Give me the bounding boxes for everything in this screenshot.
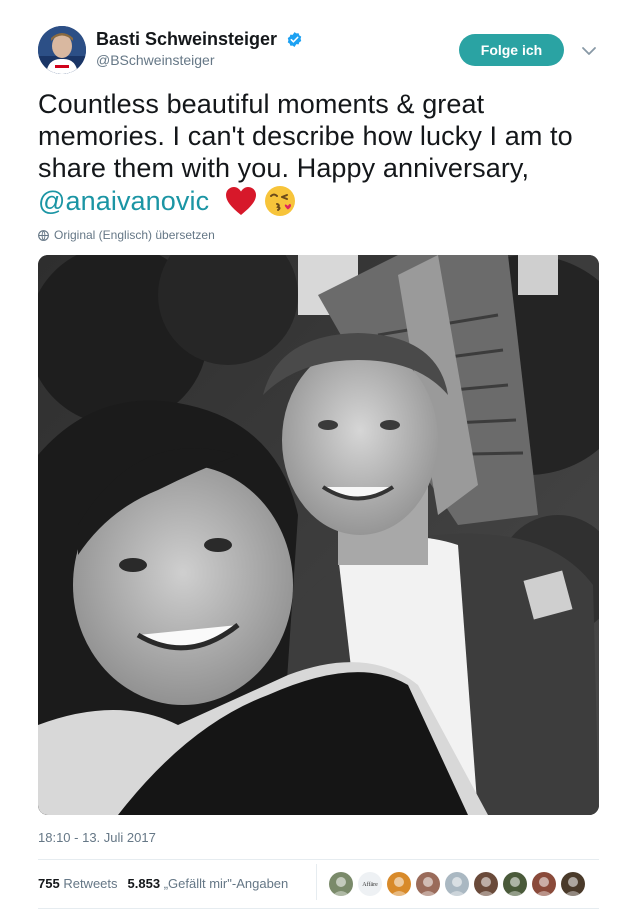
liker-avatar-7-image <box>506 877 524 896</box>
translate-label: Original (Englisch) übersetzen <box>54 228 215 242</box>
liker-avatars: Affäre <box>329 872 585 896</box>
liker-avatar-4-image <box>419 877 437 896</box>
tweet-photo-image <box>38 255 599 815</box>
liker-avatar-7-head <box>510 877 520 887</box>
liker-avatar-1-head <box>336 877 346 887</box>
liker-avatar-6-body <box>477 891 495 896</box>
mention-link[interactable]: @anaivanovic <box>38 186 209 216</box>
liker-avatar-8-image <box>535 877 553 896</box>
retweets-label: Retweets <box>63 876 118 891</box>
liker-avatar-9[interactable] <box>561 872 585 896</box>
tweet-timestamp[interactable]: 18:10 - 13. Juli 2017 <box>38 830 156 845</box>
stats-separator <box>316 864 317 900</box>
author-display-name[interactable]: Basti Schweinsteiger <box>96 29 277 49</box>
liker-avatar-4-head <box>423 877 433 887</box>
liker-avatar-6-head <box>481 877 491 887</box>
red-heart-icon <box>225 187 256 215</box>
author-handle[interactable]: @BSchweinsteiger <box>96 51 303 69</box>
divider-bottom <box>38 908 599 909</box>
liker-avatar-6[interactable] <box>474 872 498 896</box>
tweet-photo[interactable] <box>38 255 599 815</box>
tweet-text: Countless beautiful moments & great memo… <box>38 88 608 218</box>
author-name-row[interactable]: Basti Schweinsteiger <box>96 28 303 50</box>
liker-avatar-8-head <box>539 877 549 887</box>
face-blowing-kiss-icon <box>264 186 295 216</box>
liker-avatar-7-body <box>506 891 524 896</box>
liker-avatar-3-image <box>390 877 408 896</box>
liker-avatar-9-head <box>568 877 578 887</box>
verified-badge-icon <box>287 32 301 47</box>
liker-avatar-9-image <box>564 877 582 896</box>
liker-avatar-5-image <box>448 877 466 896</box>
author-avatar-image <box>38 26 86 74</box>
liker-avatar-6-image <box>477 877 495 896</box>
liker-avatar-2-text: Affäre <box>362 881 378 888</box>
liker-avatar-2[interactable]: Affäre <box>358 872 382 896</box>
liker-avatar-1-image <box>332 877 350 896</box>
author-info: Basti Schweinsteiger @BSchweinsteiger <box>96 28 303 69</box>
chevron-down-icon[interactable] <box>580 42 598 60</box>
emoji-group <box>225 184 297 218</box>
retweets-count: 755 <box>38 876 60 891</box>
globe-icon <box>38 229 49 241</box>
liker-avatar-4-body <box>419 891 437 896</box>
divider-top <box>38 859 599 860</box>
author-avatar[interactable] <box>38 26 86 74</box>
likes-stat[interactable]: 5.853 „Gefällt mir"-Angaben <box>128 876 289 891</box>
liker-avatar-3[interactable] <box>387 872 411 896</box>
retweets-stat[interactable]: 755 Retweets <box>38 876 118 891</box>
liker-avatar-5[interactable] <box>445 872 469 896</box>
liker-avatar-8-body <box>535 891 553 896</box>
liker-avatar-7[interactable] <box>503 872 527 896</box>
likes-label: „Gefällt mir"-Angaben <box>163 876 289 891</box>
liker-avatar-4[interactable] <box>416 872 440 896</box>
follow-button[interactable]: Folge ich <box>459 34 564 66</box>
translate-link[interactable]: Original (Englisch) übersetzen <box>38 228 215 242</box>
liker-avatar-1[interactable] <box>329 872 353 896</box>
tweet-body: Countless beautiful moments & great memo… <box>38 89 573 183</box>
engagement-stats: 755 Retweets 5.853 „Gefällt mir"-Angaben <box>38 876 288 891</box>
likes-count: 5.853 <box>127 876 161 891</box>
liker-avatar-8[interactable] <box>532 872 556 896</box>
liker-avatar-3-body <box>390 891 408 896</box>
liker-avatar-9-body <box>564 891 582 896</box>
tweet-card: Basti Schweinsteiger @BSchweinsteiger Fo… <box>0 0 639 914</box>
liker-avatar-2-image: Affäre <box>362 881 378 888</box>
liker-avatar-1-body <box>332 891 350 896</box>
liker-avatar-3-head <box>394 877 404 887</box>
liker-avatar-5-head <box>452 877 462 887</box>
liker-avatar-5-body <box>448 891 466 896</box>
